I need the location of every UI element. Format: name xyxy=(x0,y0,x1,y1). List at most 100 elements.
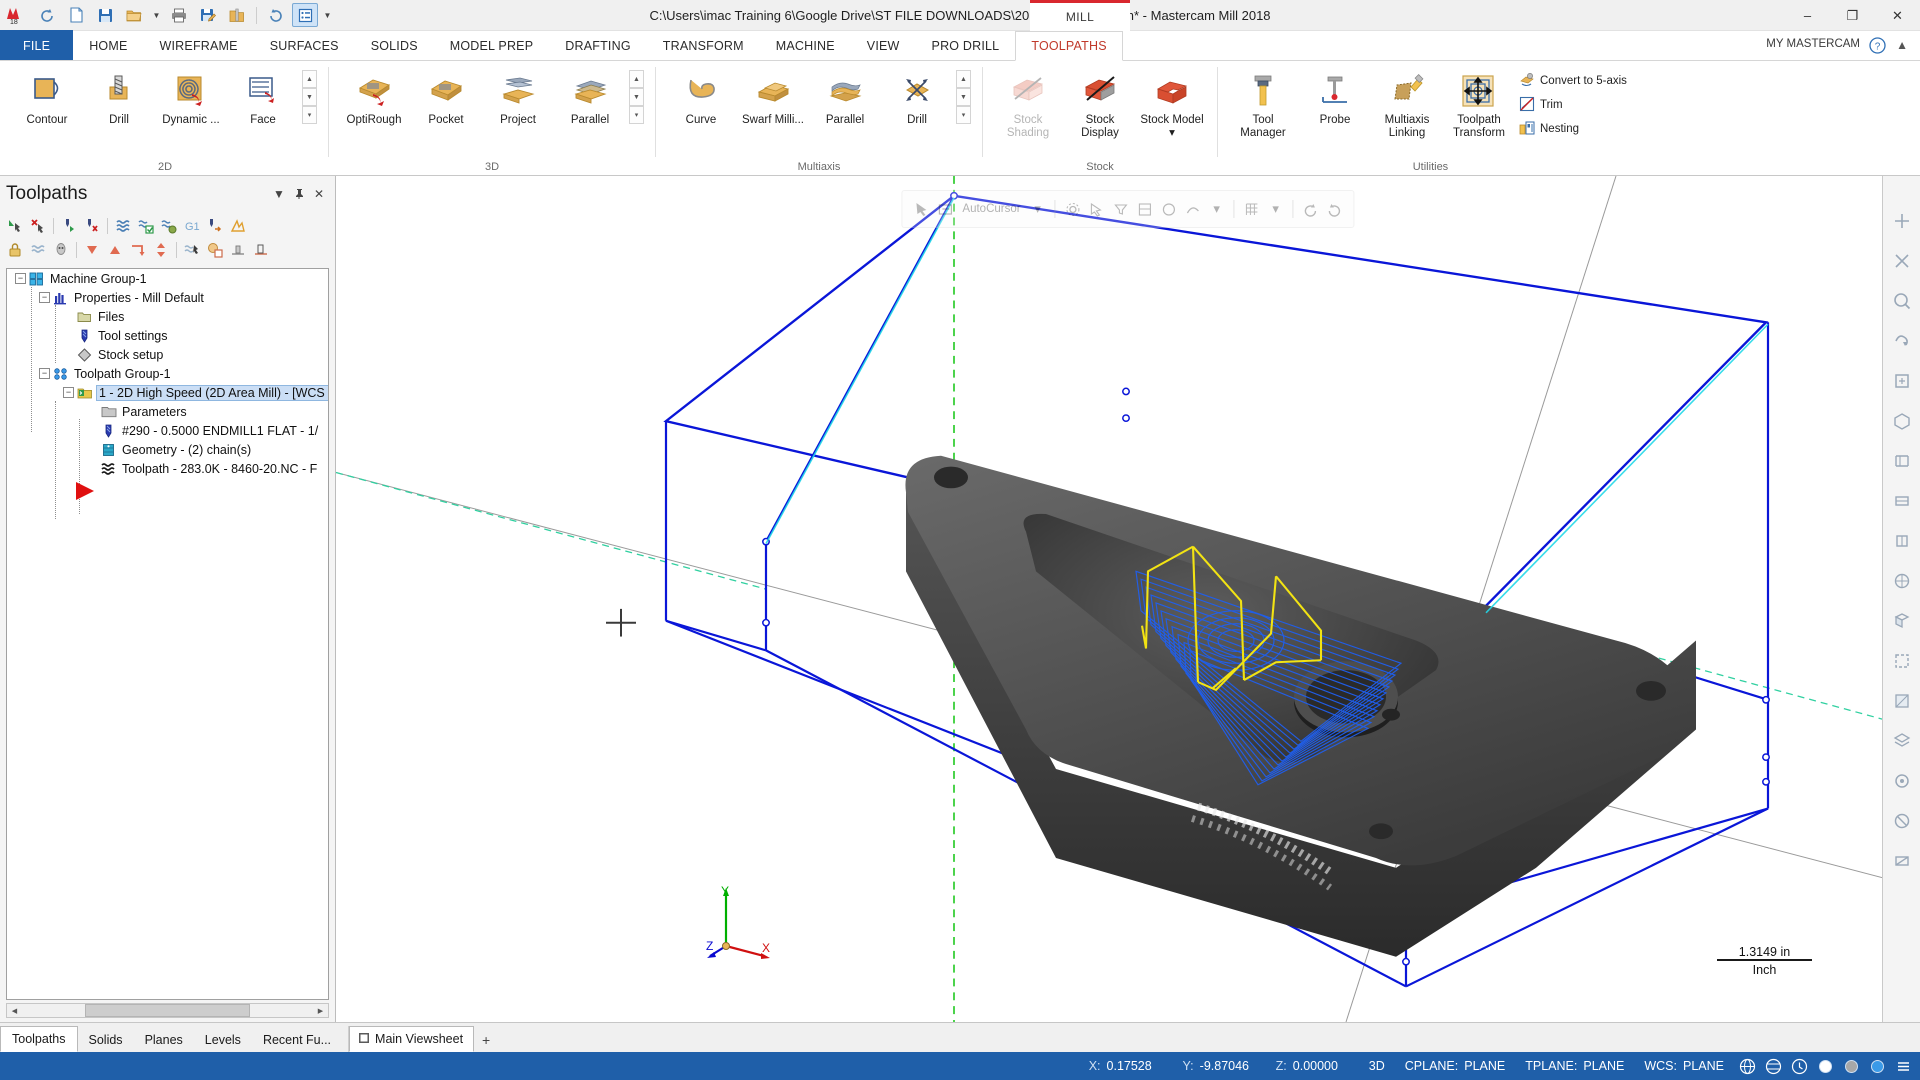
g1-post-icon[interactable]: G1 xyxy=(181,215,203,237)
translucency-icon[interactable] xyxy=(1887,686,1917,716)
redo-view-icon[interactable] xyxy=(1324,197,1346,221)
autocursor-dropdown-icon[interactable]: ▾ xyxy=(1027,197,1049,221)
toolpath-transform-button[interactable]: Toolpath Transform xyxy=(1443,66,1515,143)
panel-pin-icon[interactable] xyxy=(289,184,309,204)
new-file-icon[interactable] xyxy=(63,3,89,27)
tree-node-stock-setup[interactable]: Stock setup xyxy=(7,345,328,364)
tree-expander[interactable]: − xyxy=(63,387,74,398)
top-view-icon[interactable] xyxy=(1887,486,1917,516)
grid-dropdown-icon[interactable]: ▾ xyxy=(1265,197,1287,221)
select-invalid-icon[interactable] xyxy=(58,215,80,237)
move-up-icon[interactable] xyxy=(104,239,126,261)
scroll-down-icon-3d[interactable]: ▼ xyxy=(629,88,644,106)
minimize-button[interactable]: – xyxy=(1785,0,1830,31)
collapse-ribbon-icon[interactable]: ▲ xyxy=(1896,38,1908,52)
tree-node-properties[interactable]: − Properties - Mill Default xyxy=(7,288,328,307)
tree-node-insert-arrow[interactable] xyxy=(7,478,328,502)
tab-model-prep[interactable]: MODEL PREP xyxy=(434,30,550,60)
clock-icon[interactable] xyxy=(1786,1052,1812,1080)
convert-5axis-button[interactable]: Convert to 5-axis xyxy=(1515,70,1634,92)
bottom-tab-recent-functions[interactable]: Recent Fu... xyxy=(252,1028,342,1052)
blank-icon[interactable] xyxy=(1887,766,1917,796)
scroll-more-icon-3d[interactable]: ▾ xyxy=(629,106,644,124)
status-coord-z[interactable]: Z: 0.00000 xyxy=(1266,1052,1359,1080)
clear-colors-icon[interactable] xyxy=(1887,806,1917,836)
close-button[interactable]: ✕ xyxy=(1875,0,1920,31)
status-cplane[interactable]: CPLANE: PLANE xyxy=(1395,1052,1516,1080)
my-mastercam-link[interactable]: MY MASTERCAM xyxy=(1766,38,1860,50)
parallel-3d-button[interactable]: Parallel xyxy=(554,66,626,130)
front-view-icon[interactable] xyxy=(1887,446,1917,476)
undo-icon[interactable] xyxy=(263,3,289,27)
pocket-3d-button[interactable]: Pocket xyxy=(410,66,482,130)
tab-machine[interactable]: MACHINE xyxy=(760,30,851,60)
select-all-entities-icon[interactable] xyxy=(1086,197,1108,221)
pan-icon[interactable] xyxy=(1887,366,1917,396)
tab-surfaces[interactable]: SURFACES xyxy=(254,30,355,60)
scroll-down-icon-2d[interactable]: ▼ xyxy=(302,88,317,106)
project-button[interactable]: Project xyxy=(482,66,554,130)
nesting-button[interactable]: Nesting xyxy=(1515,118,1634,140)
open-dropdown-caret[interactable]: ▼ xyxy=(150,3,163,27)
help-icon[interactable]: ? xyxy=(1869,37,1886,57)
wireframe-shading-icon[interactable] xyxy=(1887,566,1917,596)
status-wcs[interactable]: WCS: PLANE xyxy=(1634,1052,1734,1080)
viewsheet-tab-main[interactable]: Main Viewsheet xyxy=(349,1026,475,1052)
menu-icon[interactable] xyxy=(1890,1052,1916,1080)
deselect-all-icon[interactable] xyxy=(27,215,49,237)
multiaxis-linking-button[interactable]: Multiaxis Linking xyxy=(1371,66,1443,143)
toolpath-tree[interactable]: − Machine Group-1 − Properties - Mill De… xyxy=(6,268,329,1000)
zoom-window-icon[interactable] xyxy=(1887,286,1917,316)
bottom-tab-toolpaths[interactable]: Toolpaths xyxy=(0,1026,78,1052)
scroll-right-icon[interactable]: ▶ xyxy=(313,1004,328,1017)
toggle-display-icon[interactable] xyxy=(27,239,49,261)
drill-button[interactable]: Drill xyxy=(83,66,155,130)
zip2go-icon[interactable] xyxy=(224,3,250,27)
tree-node-tool-settings[interactable]: Tool settings xyxy=(7,326,328,345)
right-view-icon[interactable] xyxy=(1887,526,1917,556)
scroller-2d[interactable]: ▲ ▼ ▾ xyxy=(302,70,317,124)
unzoom-icon[interactable] xyxy=(1887,246,1917,276)
scroll-more-icon-multiaxis[interactable]: ▾ xyxy=(956,106,971,124)
tree-expander[interactable]: − xyxy=(39,368,50,379)
scroll-up-icon-multiaxis[interactable]: ▲ xyxy=(956,70,971,88)
delete-selected-icon[interactable] xyxy=(81,215,103,237)
post-selected-icon[interactable] xyxy=(204,215,226,237)
isometric-view-icon[interactable] xyxy=(1887,406,1917,436)
optirough-button[interactable]: OptiRough xyxy=(338,66,410,130)
print-icon[interactable] xyxy=(166,3,192,27)
filter-dropdown-icon[interactable]: ▾ xyxy=(1206,197,1228,221)
stock-model-button[interactable]: Stock Model ▾ xyxy=(1136,66,1208,143)
globe-icon[interactable] xyxy=(1734,1052,1760,1080)
tab-solids[interactable]: SOLIDS xyxy=(355,30,434,60)
tab-view[interactable]: VIEW xyxy=(851,30,916,60)
scroll-up-icon-2d[interactable]: ▲ xyxy=(302,70,317,88)
tree-node-files[interactable]: Files xyxy=(7,307,328,326)
verify-icon[interactable] xyxy=(181,239,203,261)
bottom-tab-solids[interactable]: Solids xyxy=(78,1028,134,1052)
maximize-button[interactable]: ❐ xyxy=(1830,0,1875,31)
tree-node-toolpath-nc[interactable]: Toolpath - 283.0K - 8460-20.NC - F xyxy=(7,459,328,478)
toolpath-manager-icon[interactable] xyxy=(292,3,318,27)
tree-node-toolpath-1[interactable]: − 1 - 2D High Speed (2D Area Mill) - [WC… xyxy=(7,383,328,402)
regen-dirty-icon[interactable] xyxy=(112,215,134,237)
tree-node-tool[interactable]: #290 - 0.5000 ENDMILL1 FLAT - 1/ xyxy=(7,421,328,440)
tab-transform[interactable]: TRANSFORM xyxy=(647,30,760,60)
status-coord-y[interactable]: Y: -9.87046 xyxy=(1173,1052,1266,1080)
select-all-icon[interactable] xyxy=(4,215,26,237)
tree-node-geometry[interactable]: Geometry - (2) chain(s) xyxy=(7,440,328,459)
toggle-posting-icon[interactable] xyxy=(50,239,72,261)
graphics-viewport[interactable]: AutoCursor ▾ ▾ ▾ Y X Z 1.3149 in Inch xyxy=(336,176,1920,1022)
dynamic-mill-button[interactable]: Dynamic ... xyxy=(155,66,227,130)
toolpath-tree-hscrollbar[interactable]: ◀ ▶ xyxy=(6,1003,329,1018)
stock-display-button[interactable]: Stock Display xyxy=(1064,66,1136,143)
status-tplane[interactable]: TPLANE: PLANE xyxy=(1515,1052,1634,1080)
hidden-lines-icon[interactable] xyxy=(1887,646,1917,676)
move-into-icon[interactable] xyxy=(127,239,149,261)
gray-swatch[interactable] xyxy=(1838,1052,1864,1080)
blue-swatch[interactable] xyxy=(1864,1052,1890,1080)
tab-drafting[interactable]: DRAFTING xyxy=(549,30,647,60)
scroll-left-icon[interactable]: ◀ xyxy=(7,1004,22,1017)
shaded-view-icon[interactable] xyxy=(1887,606,1917,636)
tab-home[interactable]: HOME xyxy=(73,30,143,60)
